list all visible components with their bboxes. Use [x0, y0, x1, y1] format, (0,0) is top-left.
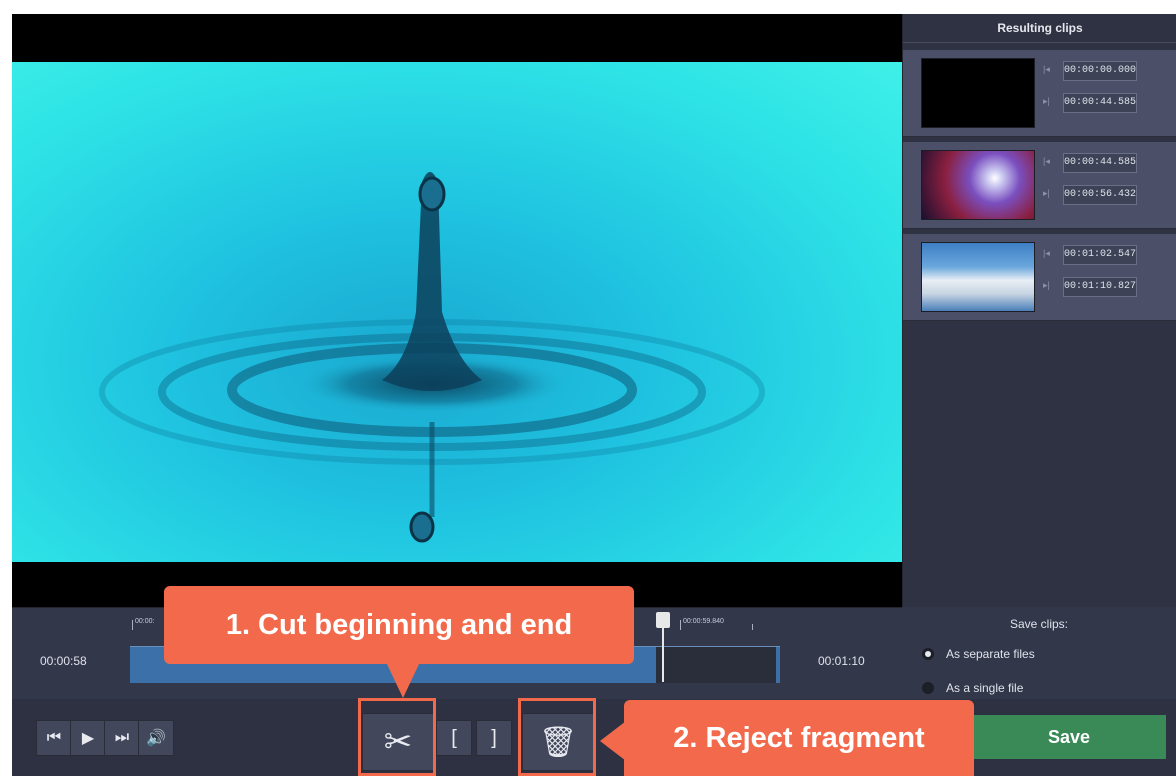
save-options-title: Save clips:	[1009, 617, 1069, 631]
tick-label: 00:00:59.840	[683, 618, 724, 625]
clip-end-time: 00:00:44.585	[1063, 93, 1137, 113]
start-marker-icon: |◂	[1043, 248, 1050, 258]
timeline-end-time: 00:01:10	[818, 654, 865, 668]
clip-item[interactable]: |◂ 00:00:44.585 ▸| 00:00:56.432	[903, 142, 1176, 229]
start-marker-icon: |◂	[1043, 156, 1050, 166]
clip-start-time: 00:01:02.547	[1063, 245, 1137, 265]
selected-fragment[interactable]	[656, 647, 776, 683]
tick-mark	[132, 620, 133, 630]
radio-single-label[interactable]: As a single file	[946, 681, 1023, 695]
skip-back-icon[interactable]: ⏮	[36, 720, 72, 756]
end-marker-icon: ▸|	[1043, 96, 1050, 106]
clip-start-time: 00:00:00.000	[1063, 61, 1137, 81]
panel-title: Resulting clips	[903, 14, 1176, 43]
timeline-start-time: 00:00:58	[40, 654, 87, 668]
clip-thumbnail	[921, 242, 1035, 312]
playhead-handle[interactable]	[656, 612, 670, 628]
clip-item[interactable]: |◂ 00:00:00.000 ▸| 00:00:44.585	[903, 50, 1176, 137]
tick-mark	[680, 620, 681, 630]
radio-separate-files[interactable]	[922, 648, 934, 660]
clip-thumbnail	[921, 58, 1035, 128]
clip-end-time: 00:01:10.827	[1063, 277, 1137, 297]
end-marker-icon: ▸|	[1043, 188, 1050, 198]
clip-item[interactable]: |◂ 00:01:02.547 ▸| 00:01:10.827	[903, 234, 1176, 321]
clip-start-time: 00:00:44.585	[1063, 153, 1137, 173]
callout-cut: 1. Cut beginning and end	[164, 586, 634, 664]
volume-icon[interactable]: 🔊	[138, 720, 174, 756]
clip-thumbnail	[921, 150, 1035, 220]
end-marker-icon: ▸|	[1043, 280, 1050, 290]
video-frame	[12, 62, 902, 562]
cut-highlight	[358, 698, 436, 776]
save-options: Save clips: As separate files As a singl…	[902, 607, 1176, 699]
clip-end-time: 00:00:56.432	[1063, 185, 1137, 205]
radio-separate-label[interactable]: As separate files	[946, 647, 1035, 661]
resulting-clips-panel: Resulting clips |◂ 00:00:00.000 ▸| 00:00…	[902, 14, 1176, 607]
tick-mark	[752, 624, 753, 630]
start-marker-icon: |◂	[1043, 64, 1050, 74]
bracket-right-icon[interactable]: ]	[476, 720, 512, 756]
bracket-left-icon[interactable]: [	[436, 720, 472, 756]
play-icon[interactable]: ▶	[70, 720, 106, 756]
radio-single-file[interactable]	[922, 682, 934, 694]
callout-cut-pointer	[386, 662, 420, 698]
skip-forward-icon[interactable]: ⏭	[104, 720, 140, 756]
tick-label: 00:00:	[135, 618, 155, 625]
save-button[interactable]: Save	[972, 715, 1166, 759]
callout-reject: 2. Reject fragment	[624, 700, 974, 776]
water-drop-image	[99, 172, 765, 543]
delete-highlight	[518, 698, 596, 776]
video-preview	[12, 14, 902, 607]
